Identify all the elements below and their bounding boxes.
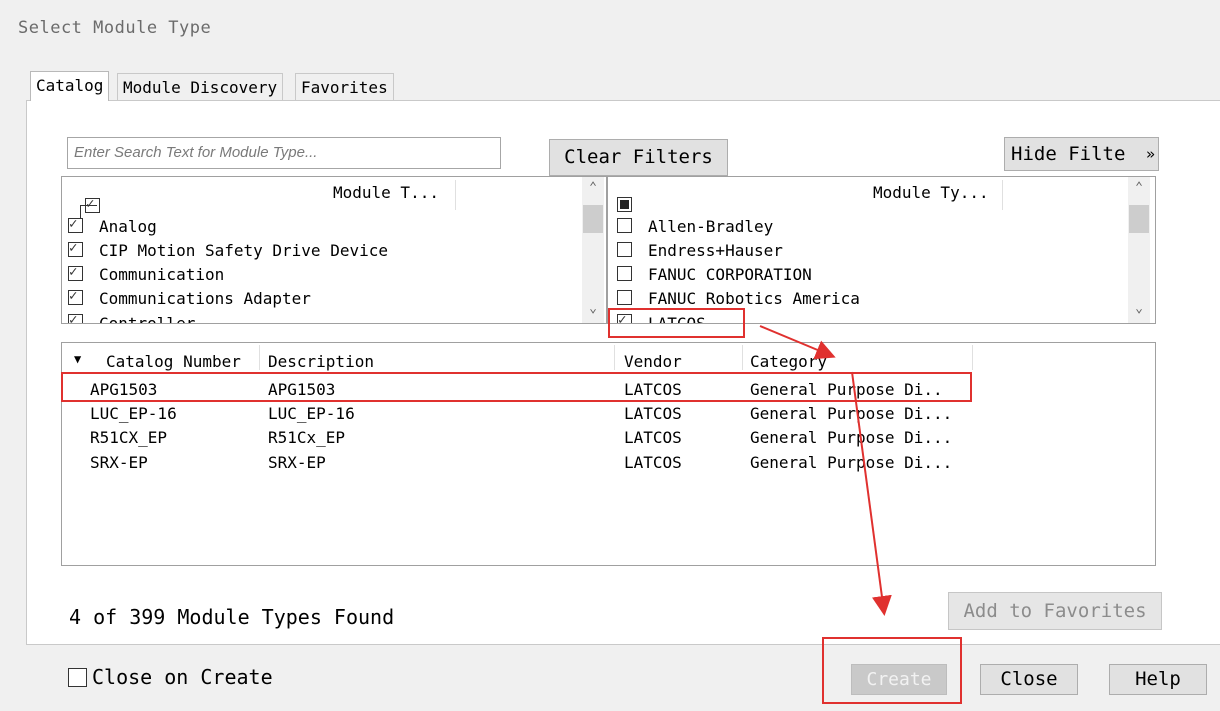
tab-catalog[interactable]: Catalog: [30, 71, 110, 101]
annotation-arrow: [759, 325, 836, 360]
annotation-arrow: [851, 371, 892, 616]
annotation-arrows: [759, 325, 892, 616]
